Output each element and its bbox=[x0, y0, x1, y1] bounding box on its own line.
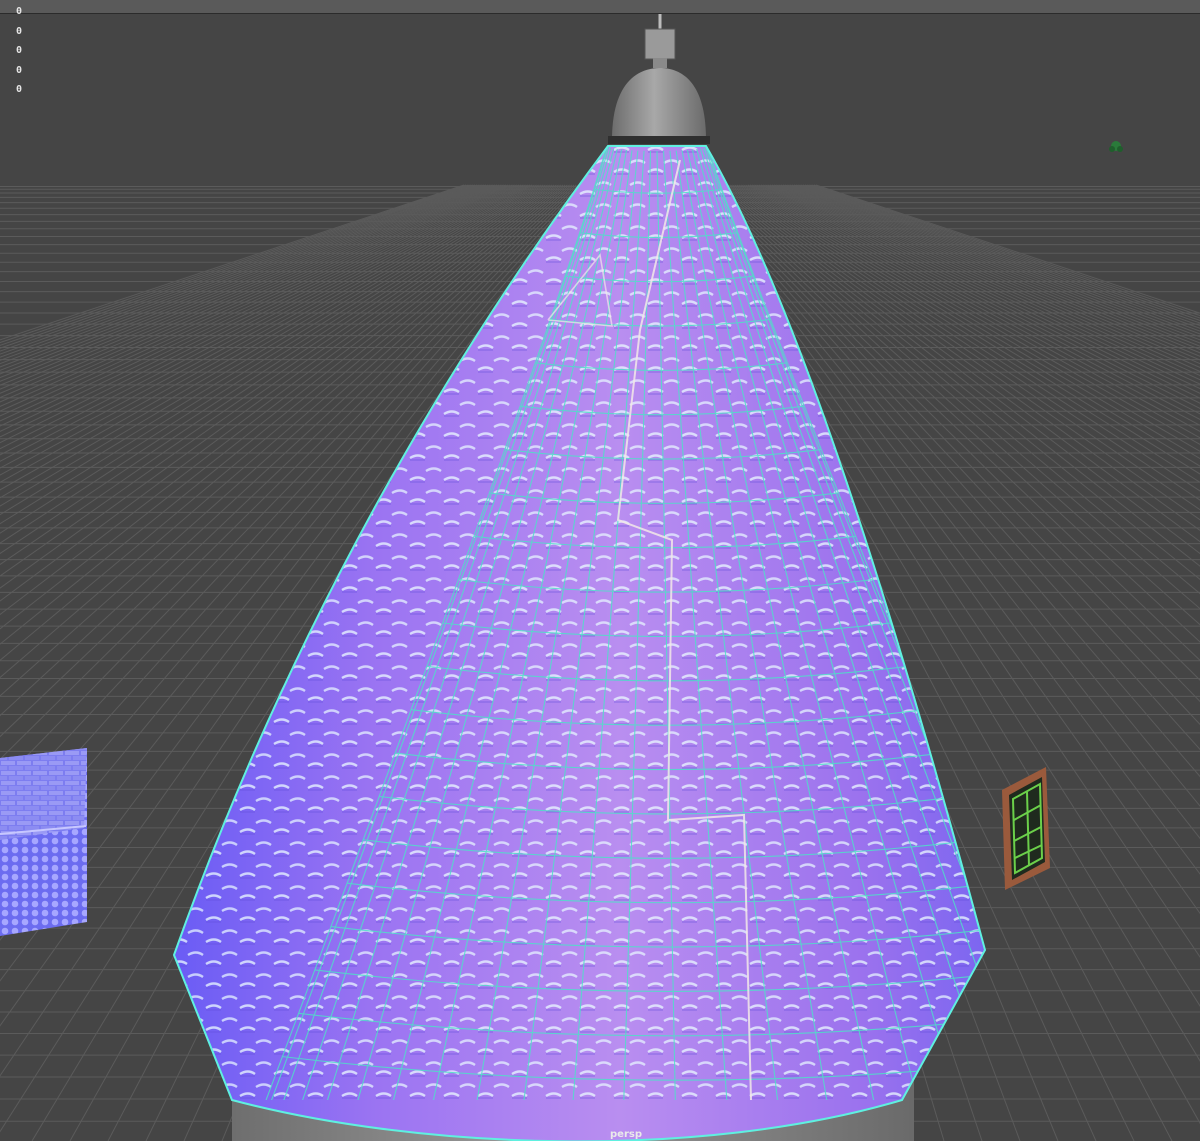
hud-value: 0 bbox=[16, 25, 23, 37]
hud-value: 0 bbox=[16, 64, 23, 76]
hud-readout: 0 0 0 0 0 bbox=[16, 2, 22, 100]
maya-viewport[interactable]: 0 0 0 0 0 persp bbox=[0, 0, 1200, 1141]
hud-value: 0 bbox=[16, 84, 23, 95]
light-gizmo-icon[interactable] bbox=[1109, 141, 1123, 152]
viewport-toolbar bbox=[0, 0, 1200, 14]
hud-value: 0 bbox=[16, 6, 23, 17]
viewport-scene[interactable] bbox=[0, 14, 1200, 1141]
window-frame[interactable] bbox=[1002, 767, 1050, 890]
hud-value: 0 bbox=[16, 45, 23, 56]
ceiling-light-fixture[interactable] bbox=[608, 14, 710, 144]
textured-plane-left[interactable] bbox=[0, 748, 87, 936]
camera-name-label: persp bbox=[610, 1129, 642, 1140]
